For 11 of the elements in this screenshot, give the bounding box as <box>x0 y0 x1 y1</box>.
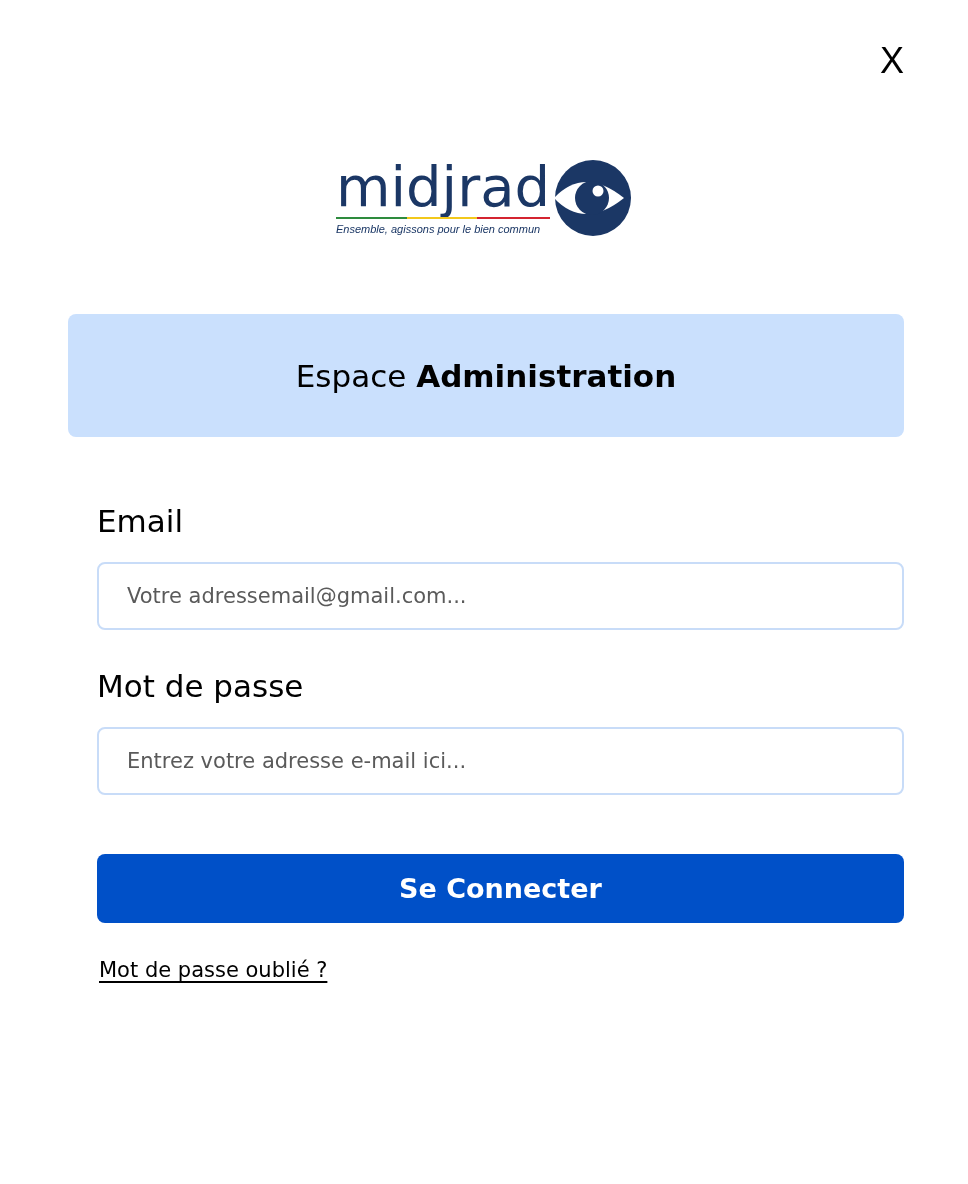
eye-icon <box>554 160 633 236</box>
close-button[interactable]: X <box>876 41 908 81</box>
forgot-password-link[interactable]: Mot de passe oublié ? <box>99 958 328 984</box>
logo-wordmark: midjrad <box>335 160 551 215</box>
field-label: Email <box>97 503 184 541</box>
banner-title: Espace Administration <box>295 357 677 394</box>
submit-button[interactable]: Se Connecter <box>97 854 904 924</box>
field-label: Mot de passe <box>97 668 305 706</box>
input-field[interactable]: Votre adressemail@gmail.com... <box>97 562 904 631</box>
input-field[interactable]: Entrez votre adresse e-mail ici... <box>97 727 904 796</box>
logo-tagline: Ensemble, agissons pour le bien commun <box>335 221 542 236</box>
